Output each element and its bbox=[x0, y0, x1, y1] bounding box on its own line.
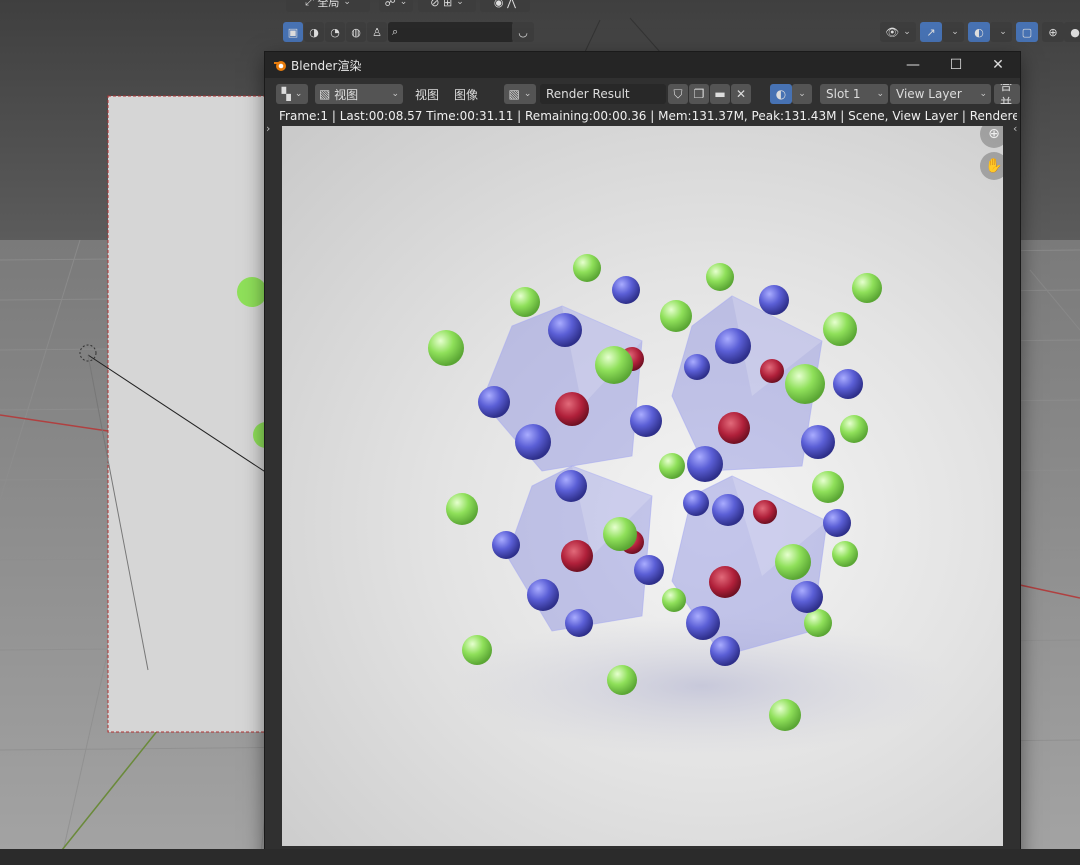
open-folder-icon[interactable]: ▬ bbox=[710, 84, 730, 104]
gizmo-dropdown[interactable]: ⌄ bbox=[942, 22, 964, 42]
chevron-down-icon: ⌄ bbox=[979, 89, 987, 99]
search-icon: ⌕ bbox=[392, 25, 399, 38]
chevron-down-icon: ⌄ bbox=[456, 0, 464, 7]
close-button[interactable]: ✕ bbox=[977, 52, 1019, 78]
chevron-down-icon: ⌄ bbox=[999, 27, 1007, 37]
maximize-button[interactable]: ☐ bbox=[935, 52, 977, 78]
window-title: Blender渲染 bbox=[291, 58, 362, 73]
image-icon: ▧ bbox=[319, 87, 331, 101]
pass-dropdown[interactable]: 合并 bbox=[994, 84, 1020, 104]
browse-image-dropdown[interactable]: ▧ ⌄ bbox=[504, 84, 536, 104]
view-mode-label: 视图 bbox=[334, 87, 359, 102]
falloff-icon: ⋀ bbox=[507, 0, 517, 9]
overlay-icon[interactable]: ◐ bbox=[968, 22, 990, 42]
chevron-down-icon: ◡ bbox=[518, 25, 528, 39]
status-bar bbox=[0, 849, 1080, 865]
chevron-down-icon: ⌄ bbox=[798, 89, 806, 99]
menu-image[interactable]: 图像 bbox=[454, 84, 478, 104]
image-name-field[interactable]: Render Result bbox=[540, 84, 666, 104]
render-window-titlebar[interactable]: Blender渲染 — ☐ ✕ bbox=[265, 52, 1020, 78]
sidebar-expand-icon[interactable]: ‹ bbox=[1013, 122, 1017, 135]
perovskite-render bbox=[428, 254, 952, 756]
shading-solid-icon[interactable]: ◑ bbox=[304, 22, 324, 42]
toolbar-expand-icon[interactable]: › bbox=[266, 122, 270, 135]
render-status-text: Frame:1 | Last:00:08.57 Time:00:31.11 | … bbox=[279, 109, 1017, 123]
shading-rendered-icon[interactable]: ◍ bbox=[346, 22, 366, 42]
image-editor-header: ▚ ⌄ ▧ 视图 ⌄ 视图 图像 ▧ ⌄ Render Result ⛉ ❐ ▬ ✕… bbox=[265, 80, 1020, 106]
chevron-down-icon: ⌄ bbox=[903, 27, 911, 37]
viewport-header: ⤢ 全局 ⌄ ☍ ⌄ ⊘ ⊞ ⌄ ◉ ⋀ ▣ ◑ ◔ ◍ ♙ ⌕ ◡ 👁 ⌄ ↗ ⌄ … bbox=[0, 0, 1080, 50]
transform-orientation-dropdown[interactable]: ⤢ 全局 ⌄ bbox=[286, 0, 370, 12]
slot-label: Slot 1 bbox=[826, 87, 861, 101]
chevron-down-icon: ⌄ bbox=[391, 89, 399, 99]
chevron-down-icon: ⌄ bbox=[343, 0, 351, 7]
chevron-down-icon: ⌄ bbox=[399, 0, 408, 7]
slot-dropdown[interactable]: Slot 1 ⌄ bbox=[820, 84, 888, 104]
brush-icon[interactable]: ♙ bbox=[367, 22, 387, 42]
snap-target-icon: ⊞ bbox=[442, 0, 453, 9]
gizmo-icon[interactable]: ↗ bbox=[920, 22, 942, 42]
image-icon: ▧ bbox=[508, 87, 520, 101]
xray-icon[interactable]: ▢ bbox=[1016, 22, 1038, 42]
select-box-icon[interactable]: ▣ bbox=[283, 22, 303, 42]
pivot-dropdown[interactable]: ☍ ⌄ bbox=[379, 0, 413, 12]
orientation-label: 全局 bbox=[317, 0, 340, 9]
chevron-down-icon: ⌄ bbox=[523, 89, 532, 99]
visibility-icon: 👁 bbox=[885, 25, 900, 39]
minimize-button[interactable]: — bbox=[892, 52, 934, 78]
menu-view[interactable]: 视图 bbox=[415, 84, 439, 104]
transform-orientation-icon: ⤢ bbox=[305, 0, 314, 8]
render-window: Blender渲染 — ☐ ✕ ▚ ⌄ ▧ 视图 ⌄ 视图 图像 ▧ ⌄ Rende… bbox=[265, 52, 1020, 865]
unlink-close-icon[interactable]: ✕ bbox=[731, 84, 751, 104]
blender-logo-icon bbox=[274, 61, 286, 71]
solid-icon[interactable]: ● bbox=[1064, 22, 1080, 42]
search-toggle[interactable]: ◡ bbox=[512, 22, 534, 42]
image-editor-icon: ▚ bbox=[281, 87, 291, 101]
chevron-down-icon: ⌄ bbox=[951, 27, 959, 37]
pivot-icon: ☍ bbox=[384, 0, 396, 9]
overlay-dropdown[interactable]: ⌄ bbox=[990, 22, 1012, 42]
editor-type-dropdown[interactable]: ▚ ⌄ bbox=[276, 84, 308, 104]
proportional-edit-dropdown[interactable]: ◉ ⋀ bbox=[480, 0, 530, 12]
pan-hand-icon[interactable]: ✋ bbox=[980, 152, 1003, 180]
render-result-image[interactable]: ⊕ ✋ bbox=[282, 126, 1003, 846]
duplicate-icon[interactable]: ❐ bbox=[689, 84, 709, 104]
display-channels-dropdown[interactable]: ⌄ bbox=[792, 84, 812, 104]
chevron-down-icon: ⌄ bbox=[876, 89, 884, 99]
view-mode-dropdown[interactable]: ▧ 视图 ⌄ bbox=[315, 84, 403, 104]
shading-material-icon[interactable]: ◔ bbox=[325, 22, 345, 42]
display-channels-icon[interactable]: ◐ bbox=[770, 84, 792, 104]
visibility-dropdown[interactable]: 👁 ⌄ bbox=[880, 22, 916, 42]
wireframe-icon[interactable]: ⊕ bbox=[1042, 22, 1064, 42]
snap-dropdown[interactable]: ⊘ ⊞ ⌄ bbox=[418, 0, 476, 12]
view-layer-label: View Layer bbox=[896, 87, 962, 101]
chevron-down-icon: ⌄ bbox=[294, 89, 303, 99]
proportional-edit-icon: ◉ bbox=[493, 0, 504, 9]
view-layer-dropdown[interactable]: View Layer ⌄ bbox=[890, 84, 991, 104]
fake-user-shield-icon[interactable]: ⛉ bbox=[668, 84, 688, 104]
snap-icon: ⊘ bbox=[430, 0, 440, 9]
search-input[interactable]: ⌕ bbox=[388, 22, 514, 42]
